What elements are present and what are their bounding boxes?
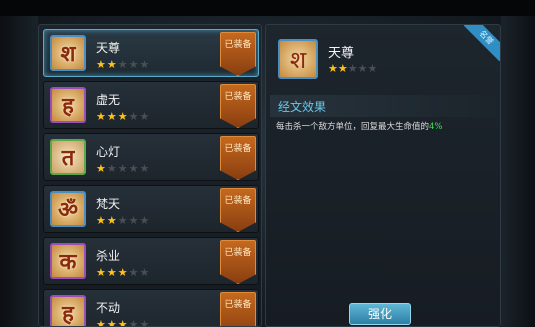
star-empty-icon: ★ bbox=[117, 162, 129, 175]
star-filled-icon: ★ bbox=[96, 318, 107, 327]
equipped-badge: 已装备 bbox=[220, 136, 256, 180]
scripture-glyph-icon: ह bbox=[62, 301, 74, 327]
detail-scripture-icon: श bbox=[278, 39, 318, 79]
star-filled-icon: ★ bbox=[117, 110, 129, 123]
star-filled-icon: ★ bbox=[328, 62, 338, 75]
star-filled-icon: ★ bbox=[106, 266, 118, 279]
scripture-name: 杀业 bbox=[96, 249, 121, 263]
star-empty-icon: ★ bbox=[139, 110, 151, 123]
scripture-row[interactable]: त 心灯 ★★★★★ 已装备 bbox=[43, 133, 259, 181]
detail-star-rating: ★★★★★ bbox=[328, 62, 377, 75]
scripture-icon: त bbox=[50, 139, 86, 175]
scripture-icon: ह bbox=[50, 87, 86, 123]
scripture-name: 虚无 bbox=[96, 93, 121, 107]
star-rating: ★★★★★ bbox=[96, 266, 150, 279]
top-bar bbox=[0, 0, 535, 16]
scripture-row[interactable]: श 天尊 ★★★★★ 已装备 bbox=[43, 29, 259, 77]
effect-description: 每击杀一个敌方单位，回复最大生命值的4% bbox=[276, 120, 496, 132]
star-rating: ★★★★★ bbox=[96, 110, 150, 123]
star-filled-icon: ★ bbox=[96, 162, 107, 175]
star-filled-icon: ★ bbox=[117, 318, 129, 327]
star-empty-icon: ★ bbox=[139, 58, 151, 71]
star-filled-icon: ★ bbox=[106, 110, 118, 123]
star-filled-icon: ★ bbox=[106, 214, 118, 227]
equipped-badge-label: 已装备 bbox=[224, 40, 252, 50]
equipped-badge: 已装备 bbox=[220, 292, 256, 326]
scripture-name: 心灯 bbox=[96, 145, 121, 159]
equipped-badge-label: 已装备 bbox=[224, 248, 252, 258]
star-filled-icon: ★ bbox=[96, 110, 107, 123]
star-filled-icon: ★ bbox=[96, 266, 107, 279]
star-empty-icon: ★ bbox=[139, 214, 151, 227]
star-rating: ★★★★★ bbox=[96, 214, 150, 227]
star-empty-icon: ★ bbox=[139, 162, 151, 175]
star-empty-icon: ★ bbox=[139, 318, 151, 327]
right-edge bbox=[501, 16, 535, 327]
scripture-name: 天尊 bbox=[96, 41, 121, 55]
star-empty-icon: ★ bbox=[347, 62, 358, 75]
scripture-row[interactable]: ह 不动 ★★★★★ 已装备 bbox=[43, 289, 259, 327]
scripture-name: 不动 bbox=[96, 301, 121, 315]
star-filled-icon: ★ bbox=[96, 214, 107, 227]
star-empty-icon: ★ bbox=[128, 266, 140, 279]
equipped-badge-label: 已装备 bbox=[224, 144, 252, 154]
scripture-glyph-icon: ॐ bbox=[57, 197, 79, 223]
star-filled-icon: ★ bbox=[337, 62, 348, 75]
scripture-glyph-icon: श bbox=[60, 41, 76, 67]
scripture-detail-panel: श 天尊 ★★★★★ 名誉 经文效果 每击杀一个敌方单位，回复最大生命值的4% … bbox=[265, 24, 501, 327]
detail-title: 天尊 bbox=[328, 46, 355, 61]
scripture-row[interactable]: ह 虚无 ★★★★★ 已装备 bbox=[43, 81, 259, 129]
scripture-row[interactable]: ॐ 梵天 ★★★★★ 已装备 bbox=[43, 185, 259, 233]
star-empty-icon: ★ bbox=[117, 214, 129, 227]
star-empty-icon: ★ bbox=[106, 162, 118, 175]
effect-section-title: 经文效果 bbox=[278, 100, 327, 114]
star-empty-icon: ★ bbox=[128, 110, 140, 123]
scripture-glyph-icon: क bbox=[59, 249, 77, 275]
corner-tag-label: 名誉 bbox=[464, 25, 500, 61]
star-filled-icon: ★ bbox=[106, 58, 118, 71]
scripture-row[interactable]: क 杀业 ★★★★★ 已装备 bbox=[43, 237, 259, 285]
star-filled-icon: ★ bbox=[106, 318, 118, 327]
equipped-badge-label: 已装备 bbox=[224, 92, 252, 102]
equipped-badge: 已装备 bbox=[220, 84, 256, 128]
star-empty-icon: ★ bbox=[128, 214, 140, 227]
scripture-icon: ॐ bbox=[50, 191, 86, 227]
equipped-badge: 已装备 bbox=[220, 240, 256, 284]
effect-section-header: 经文效果 bbox=[270, 95, 500, 117]
star-empty-icon: ★ bbox=[128, 318, 140, 327]
scripture-icon: क bbox=[50, 243, 86, 279]
star-empty-icon: ★ bbox=[128, 58, 140, 71]
star-filled-icon: ★ bbox=[117, 266, 129, 279]
scripture-icon: ह bbox=[50, 295, 86, 327]
star-rating: ★★★★★ bbox=[96, 58, 150, 71]
star-rating: ★★★★★ bbox=[96, 162, 150, 175]
scripture-glyph-icon: श bbox=[289, 45, 307, 74]
effect-description-text: 每击杀一个敌方单位，回复最大生命值的 bbox=[276, 122, 430, 132]
scripture-glyph-icon: ह bbox=[62, 93, 74, 119]
star-filled-icon: ★ bbox=[96, 58, 107, 71]
scripture-glyph-icon: त bbox=[61, 145, 75, 171]
star-empty-icon: ★ bbox=[367, 62, 378, 75]
scripture-list-panel[interactable]: श 天尊 ★★★★★ 已装备 ह 虚无 ★★★★★ 已装备 त 心灯 ★★★★★ 已装备 ॐ 梵天 ★★★★… bbox=[38, 24, 262, 327]
star-rating: ★★★★★ bbox=[96, 318, 151, 327]
effect-value: 4% bbox=[429, 122, 443, 132]
equipped-badge: 已装备 bbox=[220, 188, 256, 232]
left-edge bbox=[0, 16, 38, 327]
scripture-icon: श bbox=[50, 35, 86, 71]
star-empty-icon: ★ bbox=[139, 266, 151, 279]
equipped-badge-label: 已装备 bbox=[224, 300, 252, 310]
equipped-badge: 已装备 bbox=[220, 32, 256, 76]
star-empty-icon: ★ bbox=[117, 58, 129, 71]
star-empty-icon: ★ bbox=[128, 162, 140, 175]
equipped-badge-label: 已装备 bbox=[224, 196, 252, 206]
scripture-name: 梵天 bbox=[96, 197, 121, 211]
star-empty-icon: ★ bbox=[357, 62, 368, 75]
enhance-button[interactable]: 强化 bbox=[349, 303, 411, 325]
corner-tag: 名誉 bbox=[464, 25, 500, 61]
